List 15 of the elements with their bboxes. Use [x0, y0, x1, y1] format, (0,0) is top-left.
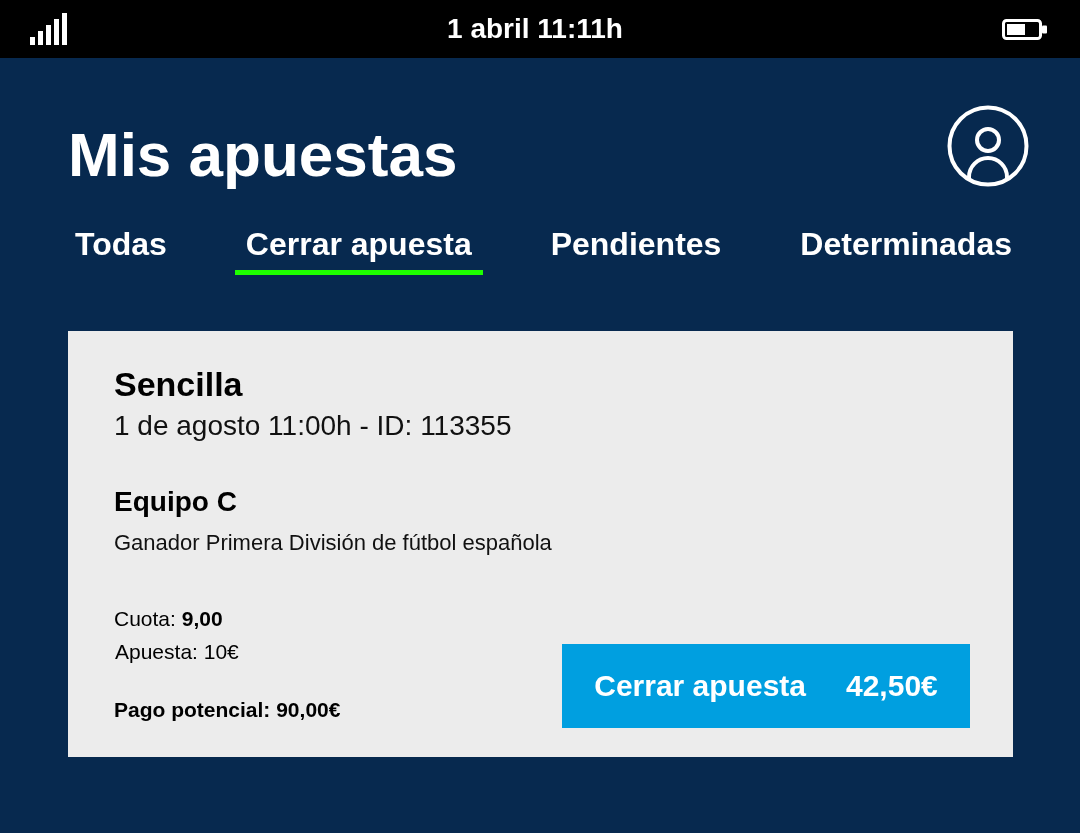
bet-selection: Equipo C	[114, 485, 238, 519]
bet-date-id: 1 de agosto 11:00h - ID: 113355	[114, 409, 513, 443]
tab[interactable]: Pendientes	[539, 224, 733, 275]
tab[interactable]: Todas	[64, 224, 178, 275]
odds-text: Cuota: 9,00	[114, 606, 224, 632]
potential-payout: Pago potencial: 90,00€	[114, 697, 341, 723]
battery-icon	[1002, 18, 1047, 40]
stake-text: Apuesta: 10€	[115, 639, 240, 665]
signal-icon	[30, 13, 68, 45]
bet-market: Ganador Primera División de fútbol española	[114, 529, 553, 557]
bet-type: Sencilla	[114, 364, 244, 405]
user-icon[interactable]	[947, 105, 1029, 187]
tab[interactable]: Cerrar apuesta	[234, 224, 483, 275]
tab[interactable]: Determinadas	[789, 224, 1023, 275]
status-time: 1 abril 11:11h	[447, 15, 623, 43]
